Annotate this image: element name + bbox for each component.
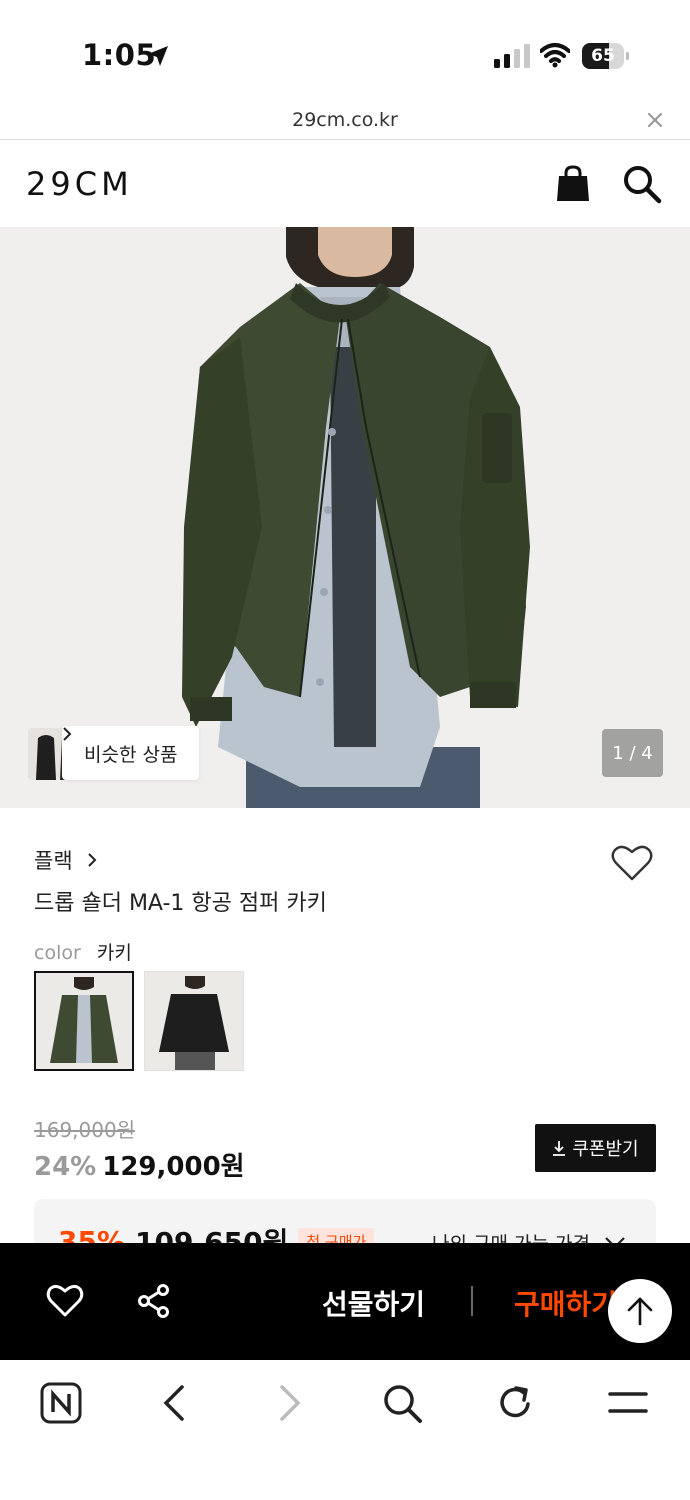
coupon-label: 쿠폰받기: [572, 1139, 639, 1160]
battery-indicator: 65: [582, 43, 630, 69]
heart-icon[interactable]: [610, 843, 654, 883]
heart-icon[interactable]: [46, 1283, 84, 1319]
gift-button[interactable]: 선물하기: [322, 1283, 425, 1323]
battery-percent: 65: [591, 46, 615, 66]
share-icon[interactable]: [136, 1283, 172, 1319]
brand-name: 플랙: [34, 849, 73, 873]
naver-home-icon[interactable]: [40, 1382, 82, 1424]
final-price: 129,000원: [102, 1152, 245, 1182]
url-bar[interactable]: 29cm.co.kr: [0, 100, 690, 140]
forward-icon[interactable]: [268, 1382, 310, 1424]
brand-link[interactable]: 플랙: [34, 845, 97, 875]
url-text[interactable]: 29cm.co.kr: [0, 109, 690, 131]
refresh-icon[interactable]: [494, 1382, 536, 1424]
purchase-action-bar: 선물하기 구매하기: [0, 1243, 690, 1360]
image-counter: 1 / 4: [602, 729, 663, 777]
status-bar: 1:05 65: [0, 0, 690, 100]
search-icon[interactable]: [381, 1382, 423, 1424]
shopping-bag-icon[interactable]: [555, 165, 591, 203]
chevron-right-icon: [63, 727, 72, 741]
site-logo[interactable]: 29CM: [26, 165, 133, 203]
original-price: 169,000원: [34, 1118, 136, 1142]
scroll-to-top-button[interactable]: [608, 1279, 672, 1343]
menu-icon[interactable]: [607, 1382, 649, 1424]
back-icon[interactable]: [154, 1382, 196, 1424]
color-swatch-khaki[interactable]: [34, 971, 134, 1071]
site-header: 29CM: [0, 141, 690, 227]
color-row: color 카키: [34, 938, 132, 965]
wifi-icon: [540, 43, 570, 68]
browser-toolbar: [0, 1360, 690, 1500]
close-icon[interactable]: [646, 111, 664, 129]
download-icon: [553, 1141, 566, 1156]
price-row: 24% 129,000원: [34, 1146, 245, 1183]
similar-products-label: 비슷한 상품: [84, 743, 178, 766]
buy-button[interactable]: 구매하기: [514, 1283, 617, 1323]
color-swatch-black[interactable]: [144, 971, 244, 1071]
cellular-signal-icon: [494, 44, 530, 68]
location-arrow-icon: [148, 46, 168, 66]
action-divider: [471, 1286, 473, 1316]
product-photo: [0, 227, 690, 808]
color-value: 카키: [96, 942, 132, 964]
chevron-right-icon: [88, 853, 97, 867]
discount-rate: 24%: [34, 1152, 97, 1182]
similar-products-button[interactable]: 비슷한 상품: [62, 726, 200, 780]
product-image-gallery[interactable]: 비슷한 상품 1 / 4: [0, 227, 690, 808]
arrow-up-icon: [627, 1297, 653, 1326]
coupon-button[interactable]: 쿠폰받기: [535, 1124, 656, 1172]
product-title: 드롭 숄더 MA-1 항공 점퍼 카키: [34, 891, 327, 916]
color-label: color: [34, 942, 81, 964]
search-icon[interactable]: [622, 164, 662, 204]
